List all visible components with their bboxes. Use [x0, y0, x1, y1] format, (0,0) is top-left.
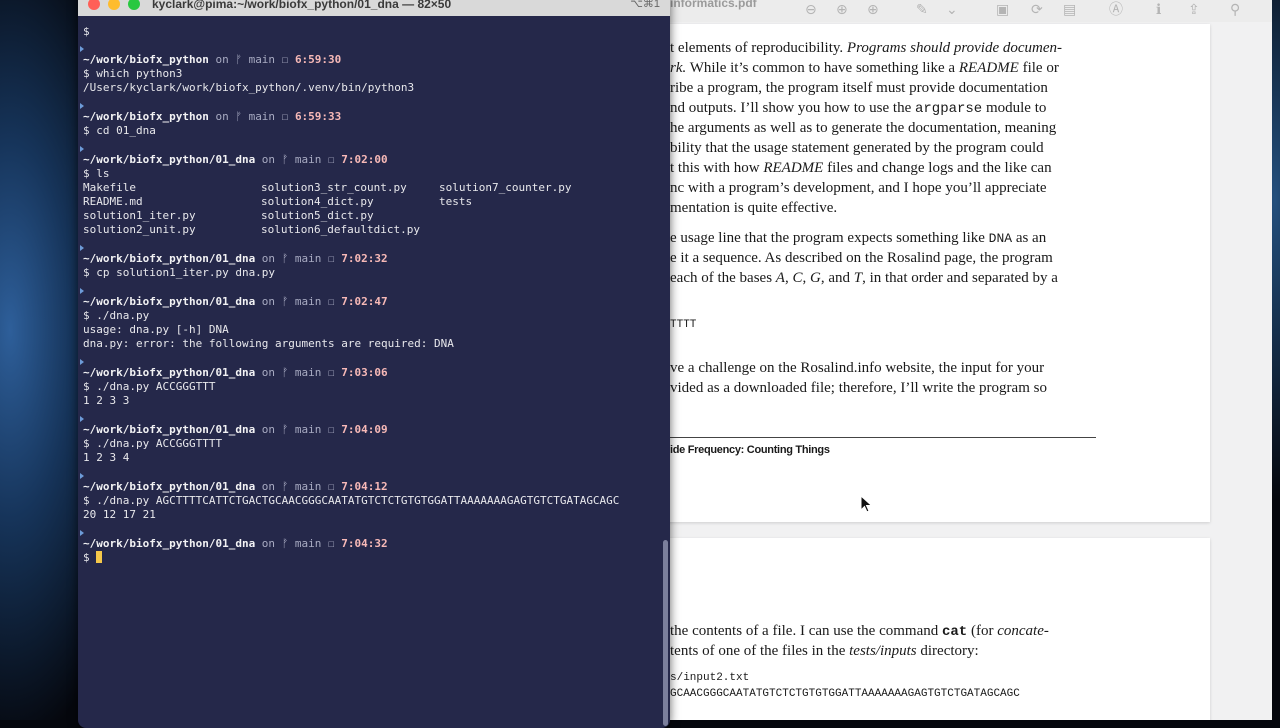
pdf-body-text: t this with how README files and change …: [670, 160, 1052, 176]
terminal-line: $ which python3: [83, 67, 183, 80]
prompt-marker-icon: [80, 245, 84, 251]
terminal-line: $ ./dna.py: [83, 309, 150, 322]
prompt-line: ~/work/biofx_python on ᚠ main ☐ 6:59:33: [83, 110, 342, 123]
terminal-window[interactable]: kyclark@pima:~/work/biofx_python/01_dna …: [78, 0, 670, 728]
share-icon[interactable]: ⇪: [1188, 1, 1200, 19]
terminal-line: $ ./dna.py ACCGGGTTTT: [83, 437, 223, 450]
prompt-line: ~/work/biofx_python/01_dna on ᚠ main ☐ 7…: [83, 252, 388, 265]
pdf-body-text: rk. While it’s common to have something …: [670, 60, 1059, 76]
file-list-item: Makefile: [83, 181, 136, 194]
prompt-marker-icon: [80, 46, 84, 52]
minimize-button[interactable]: [108, 0, 120, 10]
mouse-pointer-icon: [860, 495, 873, 513]
terminal-line: /Users/kyclark/work/biofx_python/.venv/b…: [83, 81, 415, 94]
close-button[interactable]: [88, 0, 100, 10]
terminal-cursor: [96, 551, 103, 563]
prompt-line: ~/work/biofx_python/01_dna on ᚠ main ☐ 7…: [83, 153, 388, 166]
annotate-icon[interactable]: Ⓐ: [1109, 1, 1123, 19]
prompt-marker-icon: [80, 103, 84, 109]
pdf-body-text: bility that the usage statement generate…: [670, 140, 1044, 156]
zoom-button[interactable]: [128, 0, 140, 10]
pdf-code-text: GCAACGGGCAATATGTCTCTGTGTGGATTAAAAAAAGAGT…: [670, 688, 1020, 700]
file-list-item: solution4_dict.py: [261, 195, 374, 208]
pdf-body-text: ve a challenge on the Rosalind.info webs…: [670, 360, 1045, 376]
info-icon[interactable]: ℹ: [1156, 1, 1161, 19]
file-list-item: tests: [439, 195, 473, 208]
terminal-line: 20 12 17 21: [83, 508, 156, 521]
terminal-line: 1 2 3 3: [83, 394, 130, 407]
prompt-marker-icon: [80, 416, 84, 422]
terminal-line: $ ls: [83, 167, 110, 180]
prompt-line: ~/work/biofx_python/01_dna on ᚠ main ☐ 7…: [83, 423, 388, 436]
prompt-marker-icon: [80, 288, 84, 294]
pdf-code-text: TTTT: [670, 319, 697, 331]
zoom-in-icon[interactable]: ⊕: [836, 1, 848, 19]
terminal-line: 1 2 3 4: [83, 451, 130, 464]
terminal-line: $ ./dna.py ACCGGGTTT: [83, 380, 216, 393]
prompt-marker-icon: [80, 473, 84, 479]
prompt-marker-icon: [80, 146, 84, 152]
file-list-item: solution1_iter.py: [83, 209, 196, 222]
zoom-out-icon[interactable]: ⊖: [805, 1, 817, 19]
pdf-body-text: e usage line that the program expects so…: [670, 230, 1047, 246]
markup-pen-icon[interactable]: ✎: [916, 1, 928, 19]
sidebar-icon[interactable]: ▣: [996, 1, 1009, 19]
page-footer: ide Frequency: Counting Things: [670, 444, 830, 456]
prompt-line: ~/work/biofx_python/01_dna on ᚠ main ☐ 7…: [83, 480, 388, 493]
prompt-marker-icon: [80, 359, 84, 365]
terminal-line: $ ./dna.py AGCTTTTCATTCTGACTGCAACGGGCAAT…: [83, 494, 620, 507]
terminal-output[interactable]: $ ~/work/biofx_python on ᚠ main ☐ 6:59:30…: [78, 16, 670, 728]
terminal-title: kyclark@pima:~/work/biofx_python/01_dna …: [152, 0, 452, 11]
chevron-down-icon[interactable]: ⌄: [946, 1, 958, 19]
search-icon[interactable]: ⚲: [1230, 1, 1240, 19]
pdf-body-text: each of the bases A, C, G, and T, in tha…: [670, 270, 1058, 286]
terminal-line: $ cd 01_dna: [83, 124, 156, 137]
pdf-body-text: ribe a program, the program itself must …: [670, 80, 1048, 96]
terminal-line: $ cp solution1_iter.py dna.py: [83, 266, 276, 279]
terminal-line: $: [83, 25, 90, 38]
prompt-line: ~/work/biofx_python/01_dna on ᚠ main ☐ 7…: [83, 366, 388, 379]
terminal-line: dna.py: error: the following arguments a…: [83, 337, 454, 350]
terminal-line: $: [83, 551, 103, 565]
pdf-body-text: e it a sequence. As described on the Ros…: [670, 250, 1053, 266]
terminal-line: usage: dna.py [-h] DNA: [83, 323, 229, 336]
pdf-body-text: mentation is quite effective.: [670, 200, 838, 216]
terminal-scrollbar[interactable]: [663, 540, 668, 726]
rotate-icon[interactable]: ⟳: [1031, 1, 1043, 19]
prompt-marker-icon: [80, 530, 84, 536]
pdf-body-text: vided as a downloaded file; therefore, I…: [670, 380, 1047, 396]
pdf-window-title: informatics.pdf: [670, 0, 757, 10]
pdf-body-text: nc with a program’s development, and I h…: [670, 180, 1047, 196]
pdf-body-text: he arguments as well as to generate the …: [670, 120, 1057, 136]
pdf-code-text: s/input2.txt: [670, 672, 750, 684]
pdf-body-text: nd outputs. I’ll show you how to use the…: [670, 100, 1047, 117]
file-list-item: solution2_unit.py: [83, 223, 196, 236]
pdf-body-text: t elements of reproducibility. Programs …: [670, 40, 1063, 56]
prompt-line: ~/work/biofx_python on ᚠ main ☐ 6:59:30: [83, 53, 342, 66]
form-icon[interactable]: ▤: [1063, 1, 1076, 19]
prompt-line: ~/work/biofx_python/01_dna on ᚠ main ☐ 7…: [83, 295, 388, 308]
pdf-viewer-window[interactable]: informatics.pdf ⊖ ⊕ ⊕ ✎ ⌄ ▣ ⟳ ▤ Ⓐℹ ⇪ ⚲ ide Frequen…: [640, 0, 1272, 720]
file-list-item: solution7_counter.py: [439, 181, 572, 194]
terminal-title-bar[interactable]: kyclark@pima:~/work/biofx_python/01_dna …: [78, 0, 670, 16]
file-list-item: solution5_dict.py: [261, 209, 374, 222]
pdf-body-text: the contents of a file. I can use the co…: [670, 623, 1049, 640]
file-list-item: README.md: [83, 195, 143, 208]
footer-rule: [670, 437, 1096, 438]
prompt-line: ~/work/biofx_python/01_dna on ᚠ main ☐ 7…: [83, 537, 388, 550]
pdf-body-text: tents of one of the files in the tests/i…: [670, 643, 979, 659]
file-list-item: solution6_defaultdict.py: [261, 223, 420, 236]
pdf-toolbar: informatics.pdf ⊖ ⊕ ⊕ ✎ ⌄ ▣ ⟳ ▤ Ⓐℹ ⇪ ⚲: [640, 0, 1272, 22]
window-shortcut: ⌥⌘1: [630, 0, 660, 10]
file-list-item: solution3_str_count.py: [261, 181, 407, 194]
zoom-in-icon[interactable]: ⊕: [867, 1, 879, 19]
